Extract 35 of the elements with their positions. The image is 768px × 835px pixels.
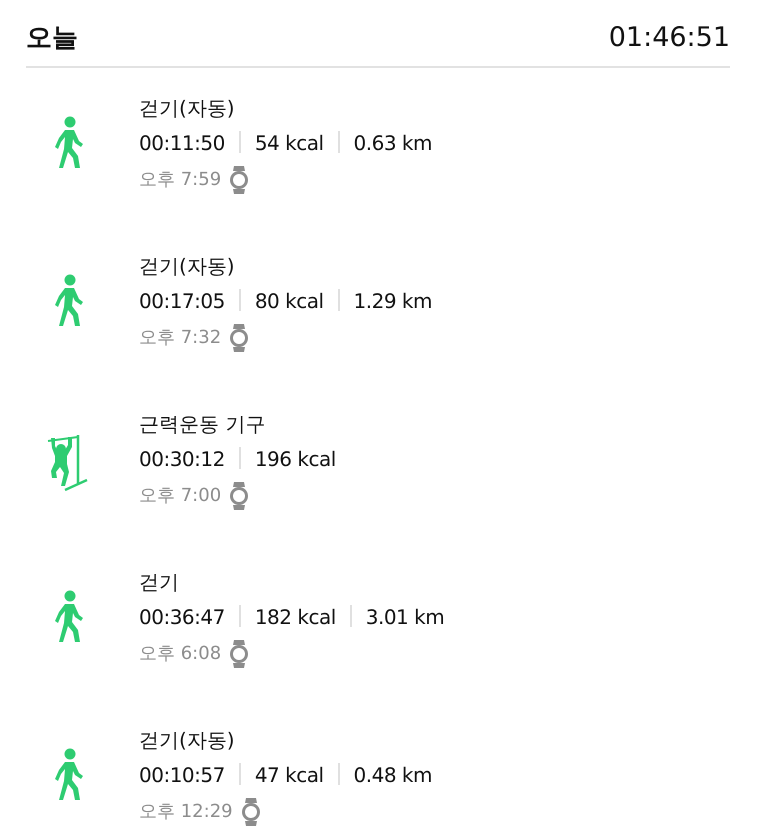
workout-stat: 196 kcal: [254, 447, 336, 471]
start-time: 오후 7:59: [139, 168, 222, 192]
workout-name: 걷기(자동): [139, 253, 236, 280]
workout-name: 근력운동 기구: [139, 411, 266, 438]
watch-icon: [229, 166, 250, 194]
page-title: 오늘: [26, 22, 78, 55]
walking-icon: [54, 590, 84, 644]
workout-stat: 00:36:47: [139, 605, 225, 629]
watch-icon: [229, 482, 250, 510]
start-time: 오후 7:00: [139, 484, 222, 508]
watch-icon: [240, 798, 261, 826]
workout-stat: 00:17:05: [139, 289, 225, 313]
workout-stat: 00:10:57: [139, 763, 225, 787]
workout-name: 걷기: [139, 569, 180, 596]
start-time: 오후 12:29: [139, 800, 233, 824]
walking-icon: [54, 748, 84, 802]
watch-icon: [229, 640, 250, 668]
workout-stat: 00:11:50: [139, 131, 225, 155]
watch-icon: [229, 324, 250, 352]
workout-stat: 0.48 km: [354, 763, 432, 787]
workout-name: 걷기(자동): [139, 727, 236, 754]
workout-stat: 00:30:12: [139, 447, 225, 471]
workout-stat: 0.63 km: [354, 131, 432, 155]
workout-name: 걷기(자동): [139, 95, 236, 122]
start-time: 오후 7:32: [139, 326, 222, 350]
total-duration: 01:46:51: [608, 20, 730, 54]
workout-stat: 3.01 km: [366, 605, 444, 629]
start-time: 오후 6:08: [139, 642, 222, 666]
workout-stat: 47 kcal: [254, 763, 324, 787]
walking-icon: [54, 274, 84, 328]
workout-stat: 54 kcal: [254, 131, 324, 155]
workout-stat: 1.29 km: [354, 289, 432, 313]
workout-stat: 182 kcal: [254, 605, 336, 629]
walking-icon: [54, 116, 84, 170]
workout-stat: 80 kcal: [254, 289, 324, 313]
